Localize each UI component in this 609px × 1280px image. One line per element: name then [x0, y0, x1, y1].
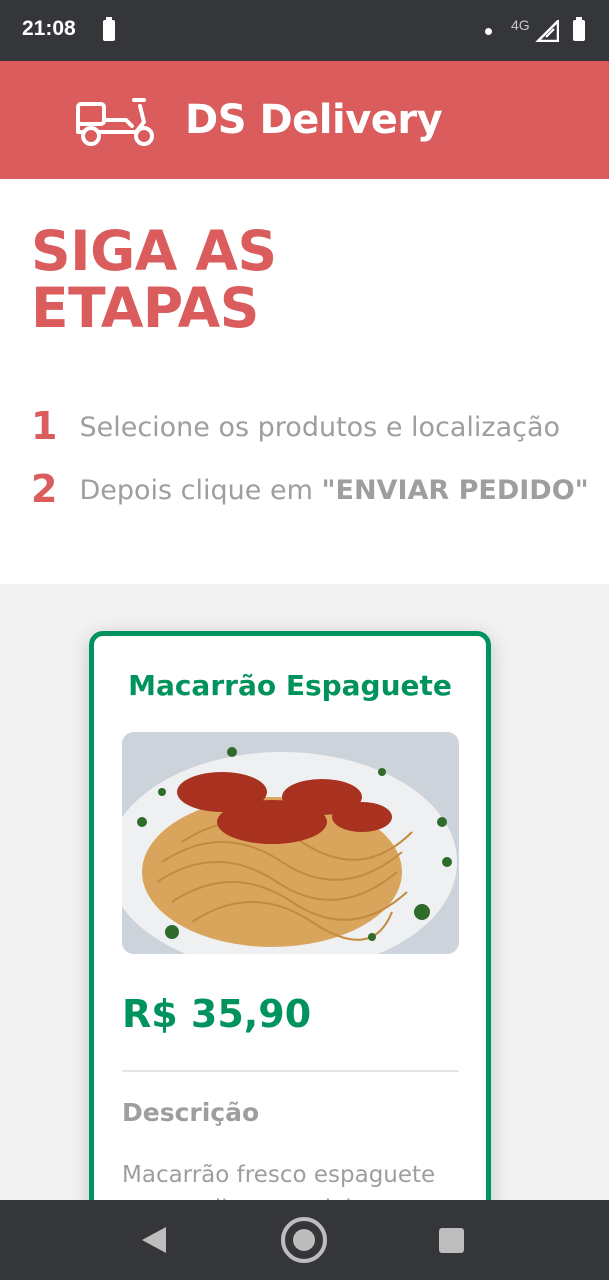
step-1: 1 Selecione os produtos e localização: [31, 403, 591, 451]
spaghetti-image: [122, 732, 459, 954]
step-text: Depois clique em: [79, 475, 322, 506]
product-price: R$ 35,90: [122, 992, 312, 1036]
network-type: 4G: [511, 17, 530, 33]
page-title: SIGA AS ETAPAS: [31, 219, 277, 340]
product-description: Macarrão fresco espaguete com molho espe…: [122, 1162, 436, 1200]
step-number: 1: [31, 404, 58, 448]
product-name: Macarrão Espaguete: [128, 669, 452, 702]
battery-saver-icon: [103, 17, 115, 41]
back-triangle-icon[interactable]: [142, 1227, 166, 1253]
home-circle-icon[interactable]: [281, 1217, 327, 1263]
notification-dot-icon: [485, 28, 492, 35]
step-2: 2 Depois clique em "ENVIAR PEDIDO": [31, 466, 591, 514]
brand-title[interactable]: DS Delivery: [185, 97, 443, 143]
products-section: Macarrão Espaguete R$ 35,90 Descrição Ma…: [0, 584, 609, 1200]
system-navigation-bar: [0, 1200, 609, 1280]
product-card[interactable]: Macarrão Espaguete R$ 35,90 Descrição Ma…: [89, 631, 491, 1200]
signal-icon: [535, 20, 559, 42]
description-title: Descrição: [122, 1098, 260, 1127]
scooter-icon[interactable]: [74, 92, 160, 148]
home-section: SIGA AS ETAPAS 1 Selecione os produtos e …: [0, 179, 609, 584]
card-divider: [122, 1070, 459, 1072]
step-number: 2: [31, 467, 58, 511]
step-text: Selecione os produtos e localização: [79, 412, 561, 443]
navbar: DS Delivery: [0, 61, 609, 179]
battery-icon: [573, 17, 585, 41]
product-image: [122, 732, 459, 954]
status-bar: 21:08 4G: [0, 0, 609, 61]
step-emphasis: "ENVIAR PEDIDO": [321, 475, 589, 506]
status-time: 21:08: [22, 17, 76, 40]
recent-apps-square-icon[interactable]: [439, 1228, 464, 1253]
